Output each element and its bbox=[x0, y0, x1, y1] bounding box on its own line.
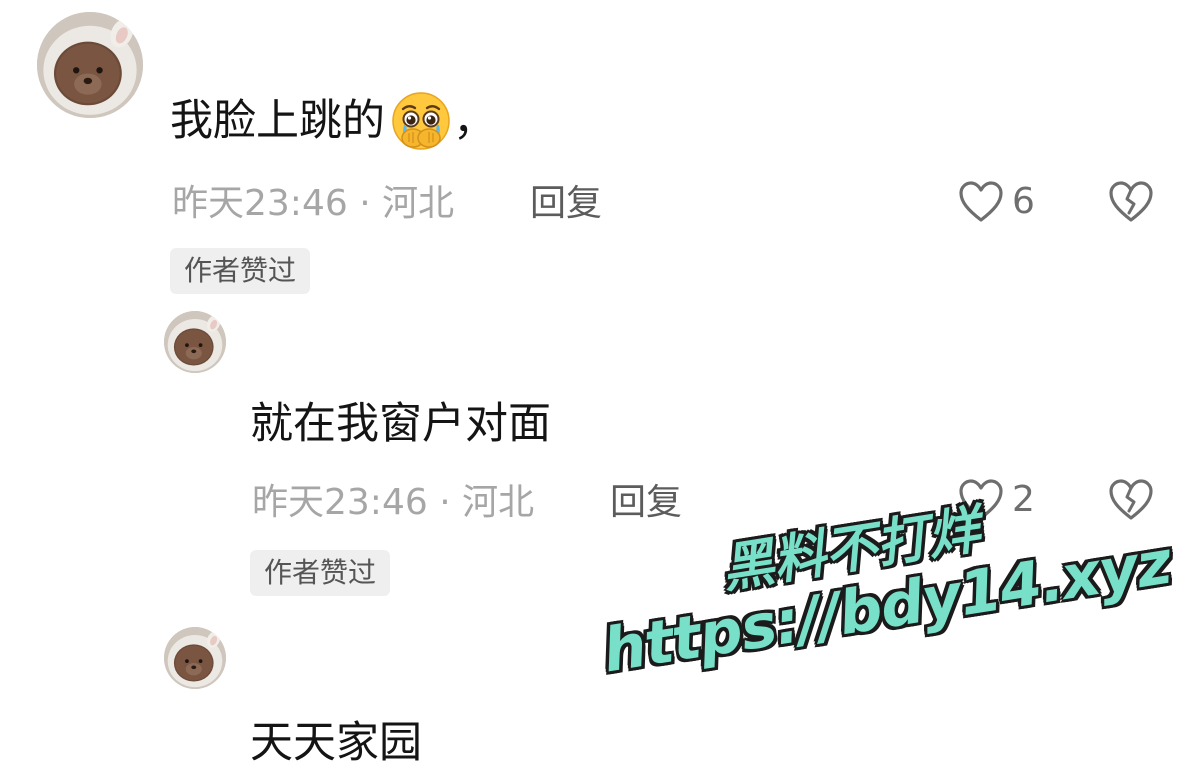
avatar[interactable] bbox=[164, 311, 226, 373]
heart-icon bbox=[959, 181, 1003, 222]
comment-text: 就在我窗户对面 bbox=[250, 399, 551, 449]
avatar[interactable] bbox=[37, 12, 143, 118]
meta-separator: · bbox=[359, 183, 371, 224]
comment-location: 河北 bbox=[382, 183, 455, 224]
comment-time: 昨天23:46 bbox=[172, 183, 348, 224]
comment-meta: 昨天23:46 · 河北 bbox=[252, 485, 534, 521]
like-button[interactable]: 6 bbox=[958, 180, 1035, 224]
comment-text: 我脸上跳的 ， bbox=[170, 86, 496, 156]
pleading-face-emoji-icon bbox=[389, 89, 453, 153]
comment-location: 河北 bbox=[462, 482, 535, 523]
like-count: 6 bbox=[1012, 181, 1035, 222]
author-liked-badge: 作者赞过 bbox=[250, 550, 391, 596]
meta-separator: · bbox=[439, 482, 451, 523]
author-liked-badge: 作者赞过 bbox=[170, 248, 311, 294]
dislike-button[interactable] bbox=[1108, 180, 1154, 224]
broken-heart-icon bbox=[1109, 181, 1153, 222]
comment-text: 天天家园 bbox=[250, 718, 422, 768]
comment-time: 昨天23:46 bbox=[252, 482, 428, 523]
avatar[interactable] bbox=[164, 627, 226, 689]
reply-button[interactable]: 回复 bbox=[610, 485, 682, 521]
comment-meta: 昨天23:46 · 河北 bbox=[172, 186, 454, 222]
reply-button[interactable]: 回复 bbox=[530, 186, 602, 222]
